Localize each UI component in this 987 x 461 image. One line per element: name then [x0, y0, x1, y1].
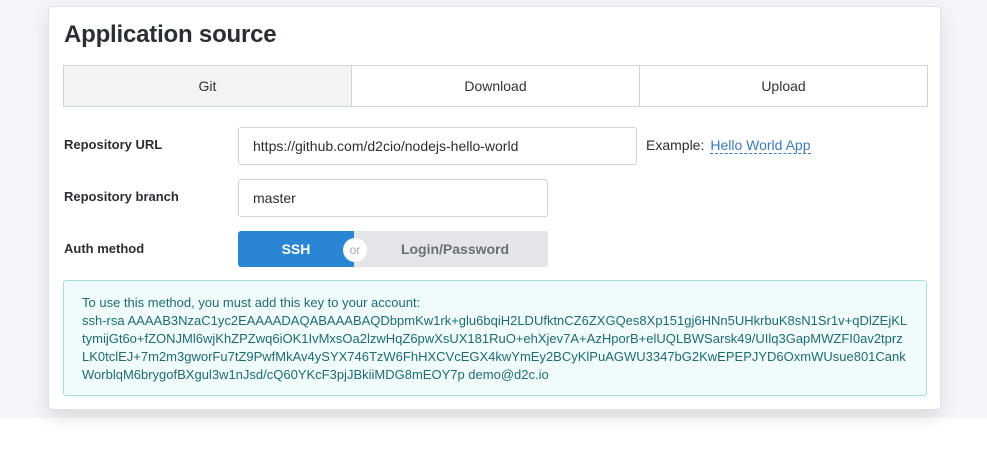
application-source-panel: Application source Git Download Upload R… — [48, 6, 941, 410]
auth-method-label: Auth method — [64, 241, 145, 256]
section-title: Application source — [64, 21, 277, 48]
repository-url-input[interactable] — [238, 127, 637, 165]
repository-url-label: Repository URL — [64, 137, 163, 152]
repository-branch-label: Repository branch — [64, 189, 179, 204]
or-separator: or — [343, 238, 367, 262]
auth-method-toggle: SSH Login/Password — [238, 231, 548, 267]
repository-branch-input[interactable] — [238, 179, 548, 217]
tab-git[interactable]: Git — [64, 66, 351, 106]
auth-option-login-password[interactable]: Login/Password — [354, 231, 548, 267]
source-tabs: Git Download Upload — [63, 65, 928, 107]
ssh-key-instruction: To use this method, you must add this ke… — [82, 295, 421, 310]
auth-option-ssh[interactable]: SSH — [238, 231, 354, 267]
tab-upload[interactable]: Upload — [639, 66, 927, 106]
example-hint: Example: Hello World App — [646, 137, 811, 154]
example-prefix: Example: — [646, 137, 705, 153]
ssh-key-info-box: To use this method, you must add this ke… — [63, 280, 927, 396]
ssh-public-key[interactable]: ssh-rsa AAAAB3NzaC1yc2EAAAADAQABAAABAQDb… — [82, 312, 908, 384]
tab-download[interactable]: Download — [351, 66, 639, 106]
example-link[interactable]: Hello World App — [710, 137, 811, 154]
